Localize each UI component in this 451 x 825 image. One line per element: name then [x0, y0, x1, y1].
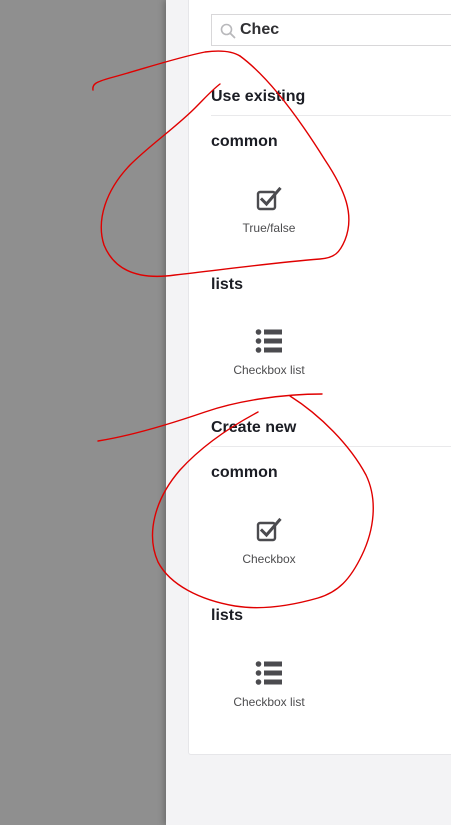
list-icon: [255, 329, 282, 353]
group-title-lists: lists: [211, 607, 244, 624]
tile-checkbox-list-existing[interactable]: Checkbox list: [216, 328, 322, 398]
tile-label: Checkbox list: [233, 363, 305, 377]
section-divider: [211, 446, 451, 447]
list-icon: [255, 661, 282, 685]
search-input[interactable]: [240, 19, 445, 41]
tile-label: Checkbox list: [233, 695, 305, 709]
tile-label: Checkbox: [242, 552, 296, 566]
section-title-use-existing: Use existing: [211, 88, 306, 105]
search-box[interactable]: [211, 14, 451, 46]
group-title-lists: lists: [211, 276, 244, 293]
search-icon: [220, 23, 236, 39]
group-title-common: common: [211, 464, 278, 481]
tile-true-false[interactable]: True/false: [216, 186, 322, 256]
group-title-common: common: [211, 133, 278, 150]
checkbox-icon: [256, 186, 282, 211]
tile-checkbox-list-new[interactable]: Checkbox list: [216, 660, 322, 730]
section-title-create-new: Create new: [211, 419, 297, 436]
checkbox-icon: [256, 517, 282, 542]
section-divider: [211, 115, 451, 116]
tile-checkbox[interactable]: Checkbox: [216, 517, 322, 587]
tile-label: True/false: [242, 221, 296, 235]
